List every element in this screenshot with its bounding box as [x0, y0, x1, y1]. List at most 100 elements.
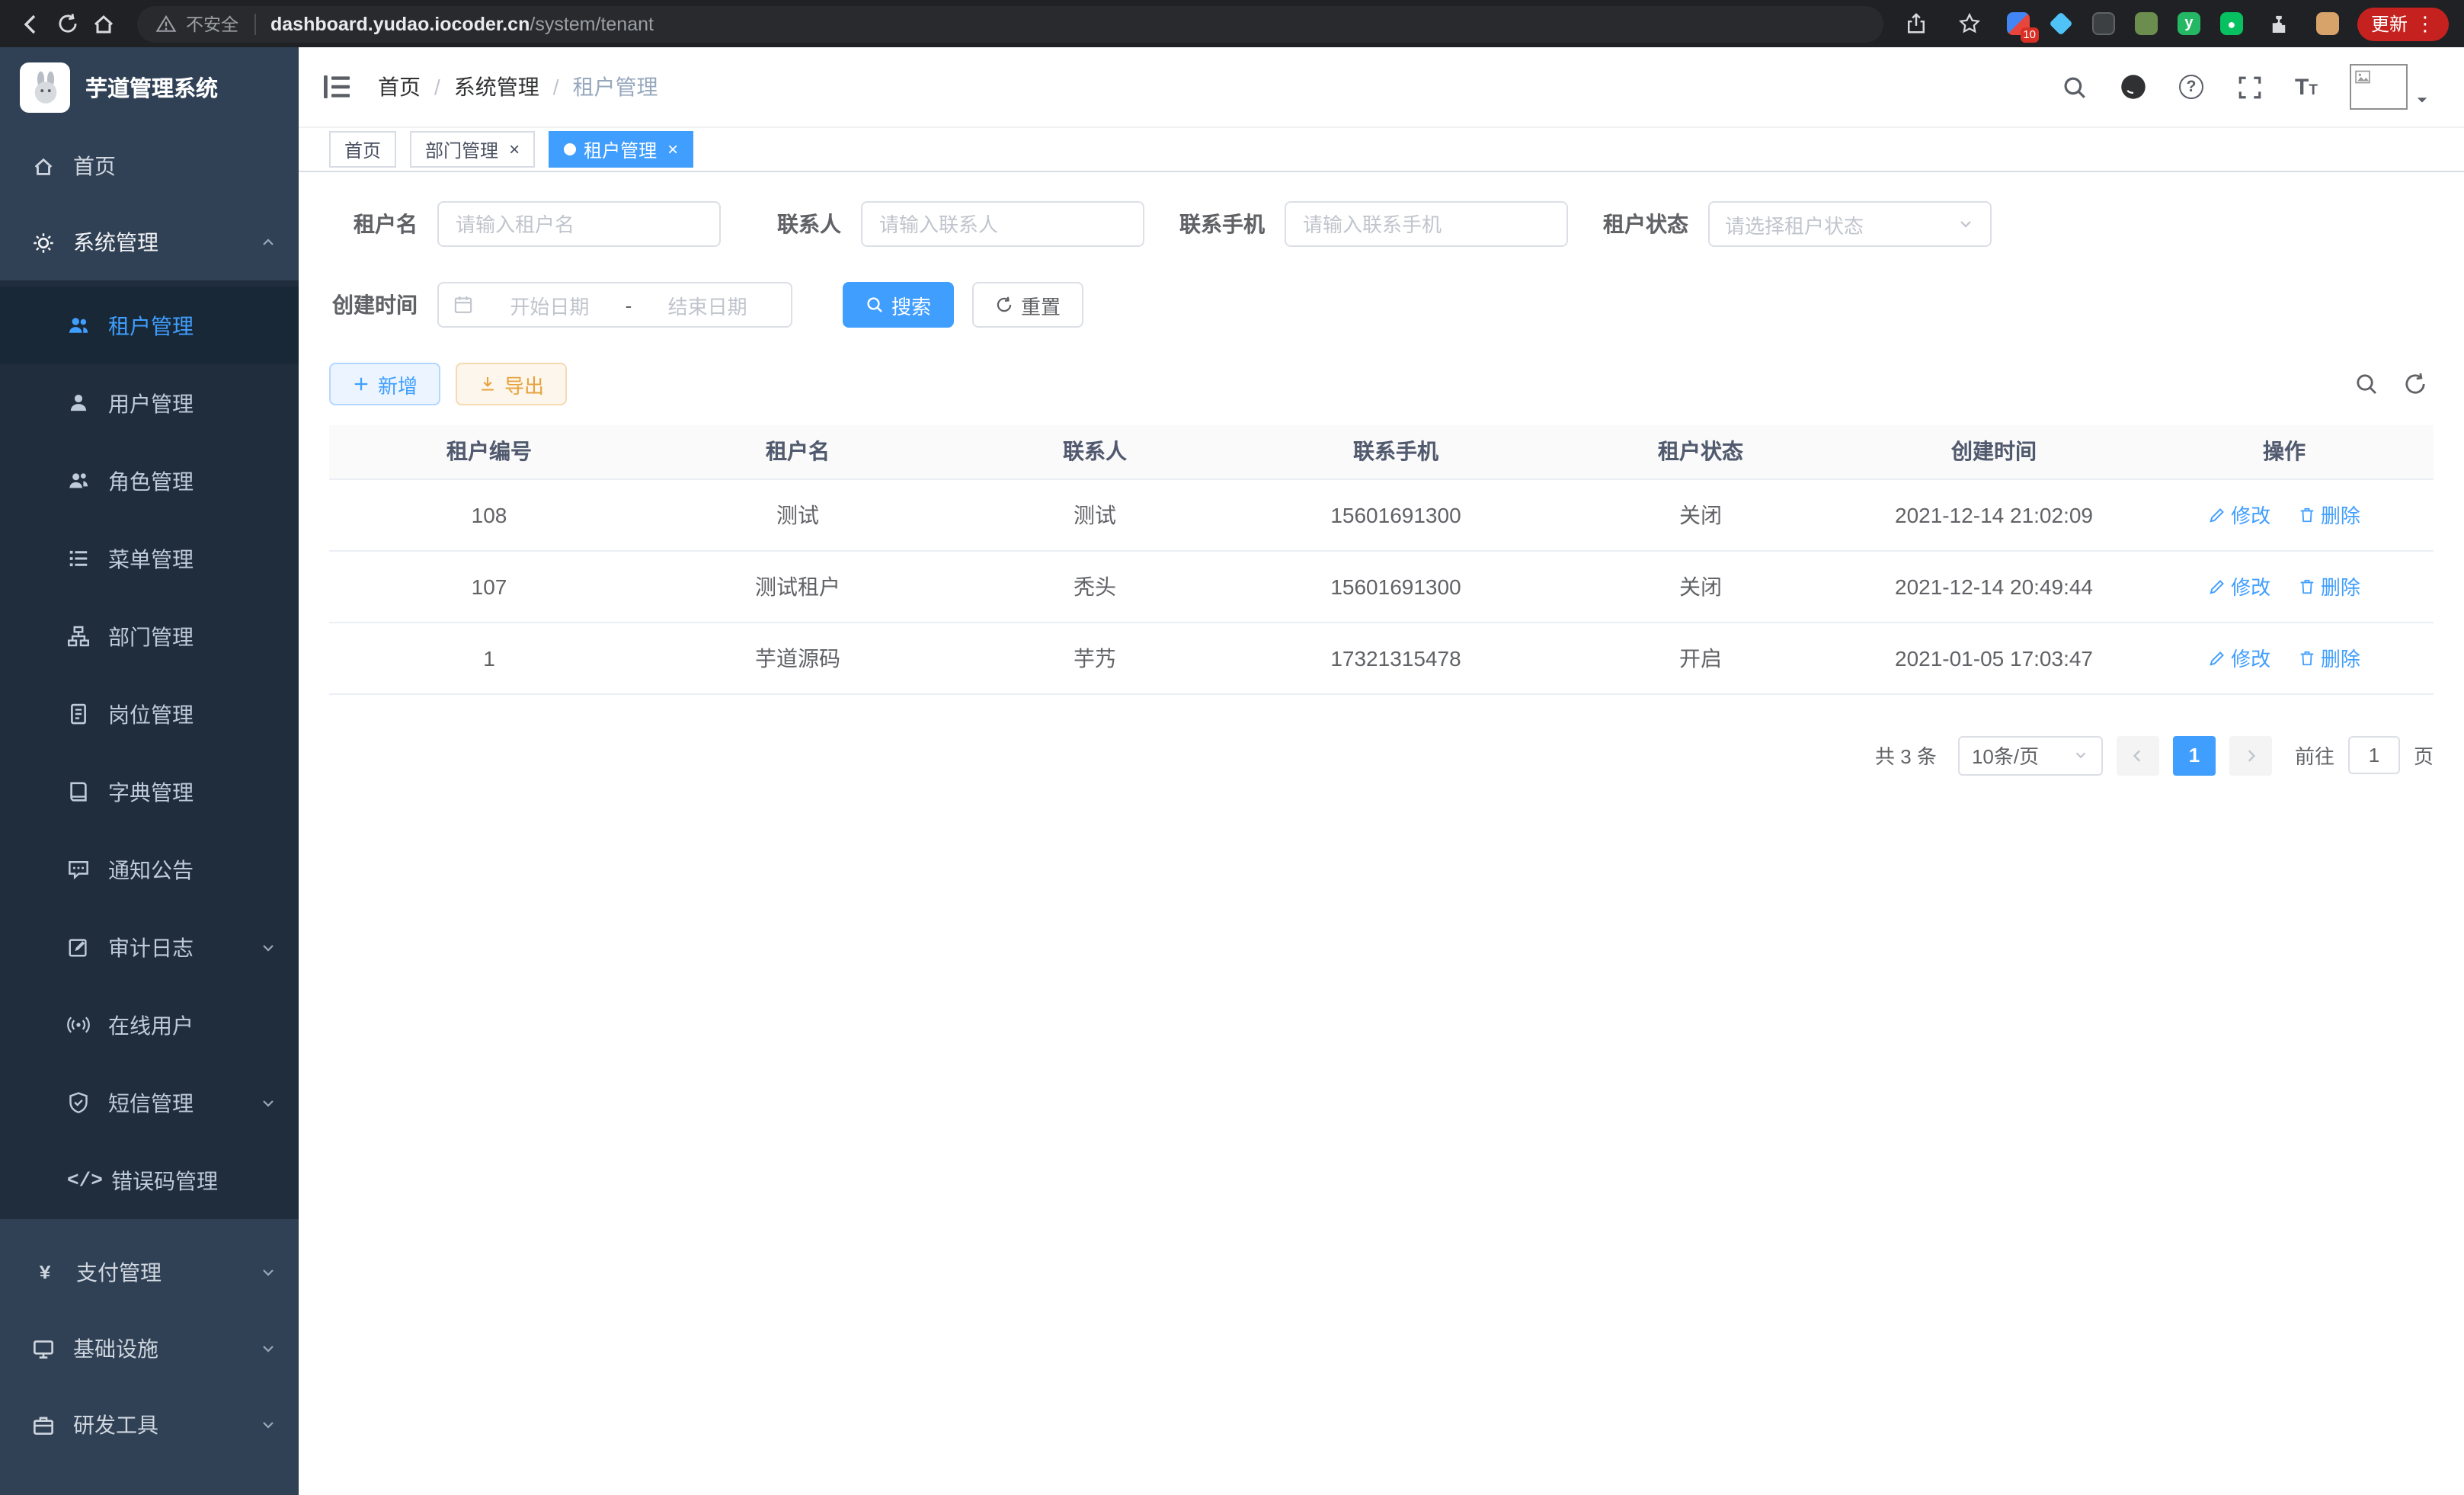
sidebar-item-tenant[interactable]: 租户管理	[0, 287, 299, 364]
font-size-button[interactable]: TT	[2295, 75, 2318, 98]
bookmark-star-button[interactable]	[1952, 5, 1989, 42]
share-button[interactable]	[1899, 5, 1935, 42]
sidebar-item-post[interactable]: 岗位管理	[0, 675, 299, 753]
plus-icon	[352, 375, 370, 393]
sidebar-item-error-code[interactable]: </> 错误码管理	[0, 1141, 299, 1219]
search-button-label: 搜索	[891, 290, 931, 319]
extensions-puzzle-button[interactable]	[2261, 5, 2298, 42]
breadcrumb-separator: /	[553, 75, 559, 99]
chevron-down-icon	[259, 1263, 277, 1282]
sidebar-item-label: 租户管理	[108, 310, 194, 341]
browser-menu-icon[interactable]: ⋮	[2415, 14, 2435, 34]
extension-icon-1[interactable]: 10	[2005, 11, 2031, 37]
sidebar-item-user[interactable]: 用户管理	[0, 364, 299, 442]
tenant-name-input[interactable]	[437, 201, 721, 247]
help-button[interactable]: ?	[2179, 75, 2203, 99]
cell-status: 关闭	[1548, 550, 1853, 622]
sidebar-item-label: 基础设施	[73, 1333, 158, 1364]
cell-contact: 测试	[946, 479, 1243, 550]
refresh-icon	[995, 296, 1013, 314]
arrow-left-icon	[18, 11, 43, 36]
hide-search-icon[interactable]	[2354, 372, 2379, 396]
page-number-button[interactable]: 1	[2173, 735, 2216, 775]
trash-icon	[2298, 505, 2316, 523]
add-button[interactable]: 新增	[329, 363, 440, 405]
next-page-button[interactable]	[2229, 735, 2272, 775]
cell-created: 2021-01-05 17:03:47	[1853, 622, 2135, 693]
extension-icon-5[interactable]: y	[2176, 11, 2202, 37]
refresh-icon[interactable]	[2403, 372, 2427, 396]
cell-tenant-id: 107	[329, 550, 649, 622]
address-bar[interactable]: 不安全 dashboard.yudao.iocoder.cn/system/te…	[137, 5, 1883, 42]
close-tab-icon[interactable]: ×	[509, 140, 520, 158]
sidebar-item-infrastructure[interactable]: 基础设施	[0, 1311, 299, 1387]
export-button[interactable]: 导出	[456, 363, 567, 405]
sidebar-nav: 首页 系统管理 租户管理 用户管理	[0, 128, 299, 1463]
sidebar-item-role[interactable]: 角色管理	[0, 442, 299, 520]
reset-button[interactable]: 重置	[972, 282, 1083, 328]
filter-row-1: 租户名 联系人 联系手机 租户状态 请选择租户状态	[329, 201, 2434, 247]
col-tenant-id: 租户编号	[329, 425, 649, 479]
header-search-button[interactable]	[2060, 73, 2088, 101]
sidebar-item-dev-tools[interactable]: 研发工具	[0, 1387, 299, 1463]
search-button[interactable]: 搜索	[843, 282, 954, 328]
breadcrumb-home[interactable]: 首页	[378, 72, 421, 102]
prev-page-button[interactable]	[2117, 735, 2159, 775]
date-range-picker[interactable]: 开始日期 - 结束日期	[437, 282, 792, 328]
tabs-bar: 首页 部门管理 × 租户管理 ×	[299, 128, 2464, 172]
contact-input[interactable]	[861, 201, 1144, 247]
col-created: 创建时间	[1853, 425, 2135, 479]
tab-home[interactable]: 首页	[329, 131, 396, 168]
cell-tenant-name: 测试租户	[649, 550, 946, 622]
edit-link[interactable]: 修改	[2208, 500, 2270, 529]
sidebar-item-sms[interactable]: 短信管理	[0, 1064, 299, 1141]
browser-profile-avatar[interactable]	[2315, 11, 2341, 37]
tab-tenant[interactable]: 租户管理 ×	[549, 131, 693, 168]
breadcrumb-system[interactable]: 系统管理	[454, 72, 539, 102]
sidebar-item-home[interactable]: 首页	[0, 128, 299, 204]
close-tab-icon[interactable]: ×	[667, 140, 678, 158]
cell-phone: 15601691300	[1243, 479, 1548, 550]
delete-link[interactable]: 删除	[2298, 571, 2360, 600]
cell-status: 关闭	[1548, 479, 1853, 550]
browser-reload-button[interactable]	[49, 5, 85, 42]
status-select[interactable]: 请选择租户状态	[1708, 201, 1992, 247]
export-button-label: 导出	[504, 370, 544, 399]
edit-link[interactable]: 修改	[2208, 643, 2270, 672]
sidebar-item-dept[interactable]: 部门管理	[0, 597, 299, 675]
download-icon	[478, 375, 497, 393]
delete-link[interactable]: 删除	[2298, 643, 2360, 672]
breadcrumb-separator: /	[434, 75, 440, 99]
user-avatar-menu[interactable]	[2350, 64, 2430, 110]
date-separator: -	[626, 293, 632, 316]
sidebar-item-system[interactable]: 系统管理	[0, 204, 299, 280]
goto-page-input[interactable]	[2348, 736, 2400, 774]
sidebar-item-audit-log[interactable]: 审计日志	[0, 908, 299, 986]
browser-home-button[interactable]	[85, 5, 122, 42]
browser-back-button[interactable]	[12, 5, 49, 42]
github-button[interactable]	[2120, 73, 2147, 101]
fullscreen-button[interactable]	[2235, 73, 2263, 101]
extension-icon-2[interactable]	[2048, 11, 2074, 37]
sidebar-item-notice[interactable]: 通知公告	[0, 831, 299, 908]
sidebar-item-menu[interactable]: 菜单管理	[0, 520, 299, 597]
security-warning-icon[interactable]	[155, 13, 177, 34]
sidebar-item-online-users[interactable]: 在线用户	[0, 986, 299, 1064]
sidebar-toggle-button[interactable]	[322, 72, 352, 102]
table-row: 107 测试租户 秃头 15601691300 关闭 2021-12-14 20…	[329, 550, 2434, 622]
sidebar-item-dict[interactable]: 字典管理	[0, 753, 299, 831]
tab-dept[interactable]: 部门管理 ×	[410, 131, 535, 168]
font-size-small-glyph: T	[2309, 84, 2318, 98]
extension-icon-4[interactable]	[2133, 11, 2159, 37]
extension-icon-6[interactable]: ●	[2219, 11, 2245, 37]
edit-link[interactable]: 修改	[2208, 571, 2270, 600]
update-button[interactable]: 更新 ⋮	[2357, 7, 2449, 40]
sidebar: 芋道管理系统 首页 系统管理 租户管理	[0, 47, 299, 1495]
filter-row-2: 创建时间 开始日期 - 结束日期 搜索 重置	[329, 282, 2434, 328]
extension-icon-3[interactable]	[2091, 11, 2117, 37]
logo-row[interactable]: 芋道管理系统	[0, 47, 299, 128]
delete-link[interactable]: 删除	[2298, 500, 2360, 529]
sidebar-item-payment[interactable]: ¥ 支付管理	[0, 1234, 299, 1311]
phone-input[interactable]	[1285, 201, 1568, 247]
page-size-select[interactable]: 10条/页	[1958, 735, 2103, 775]
